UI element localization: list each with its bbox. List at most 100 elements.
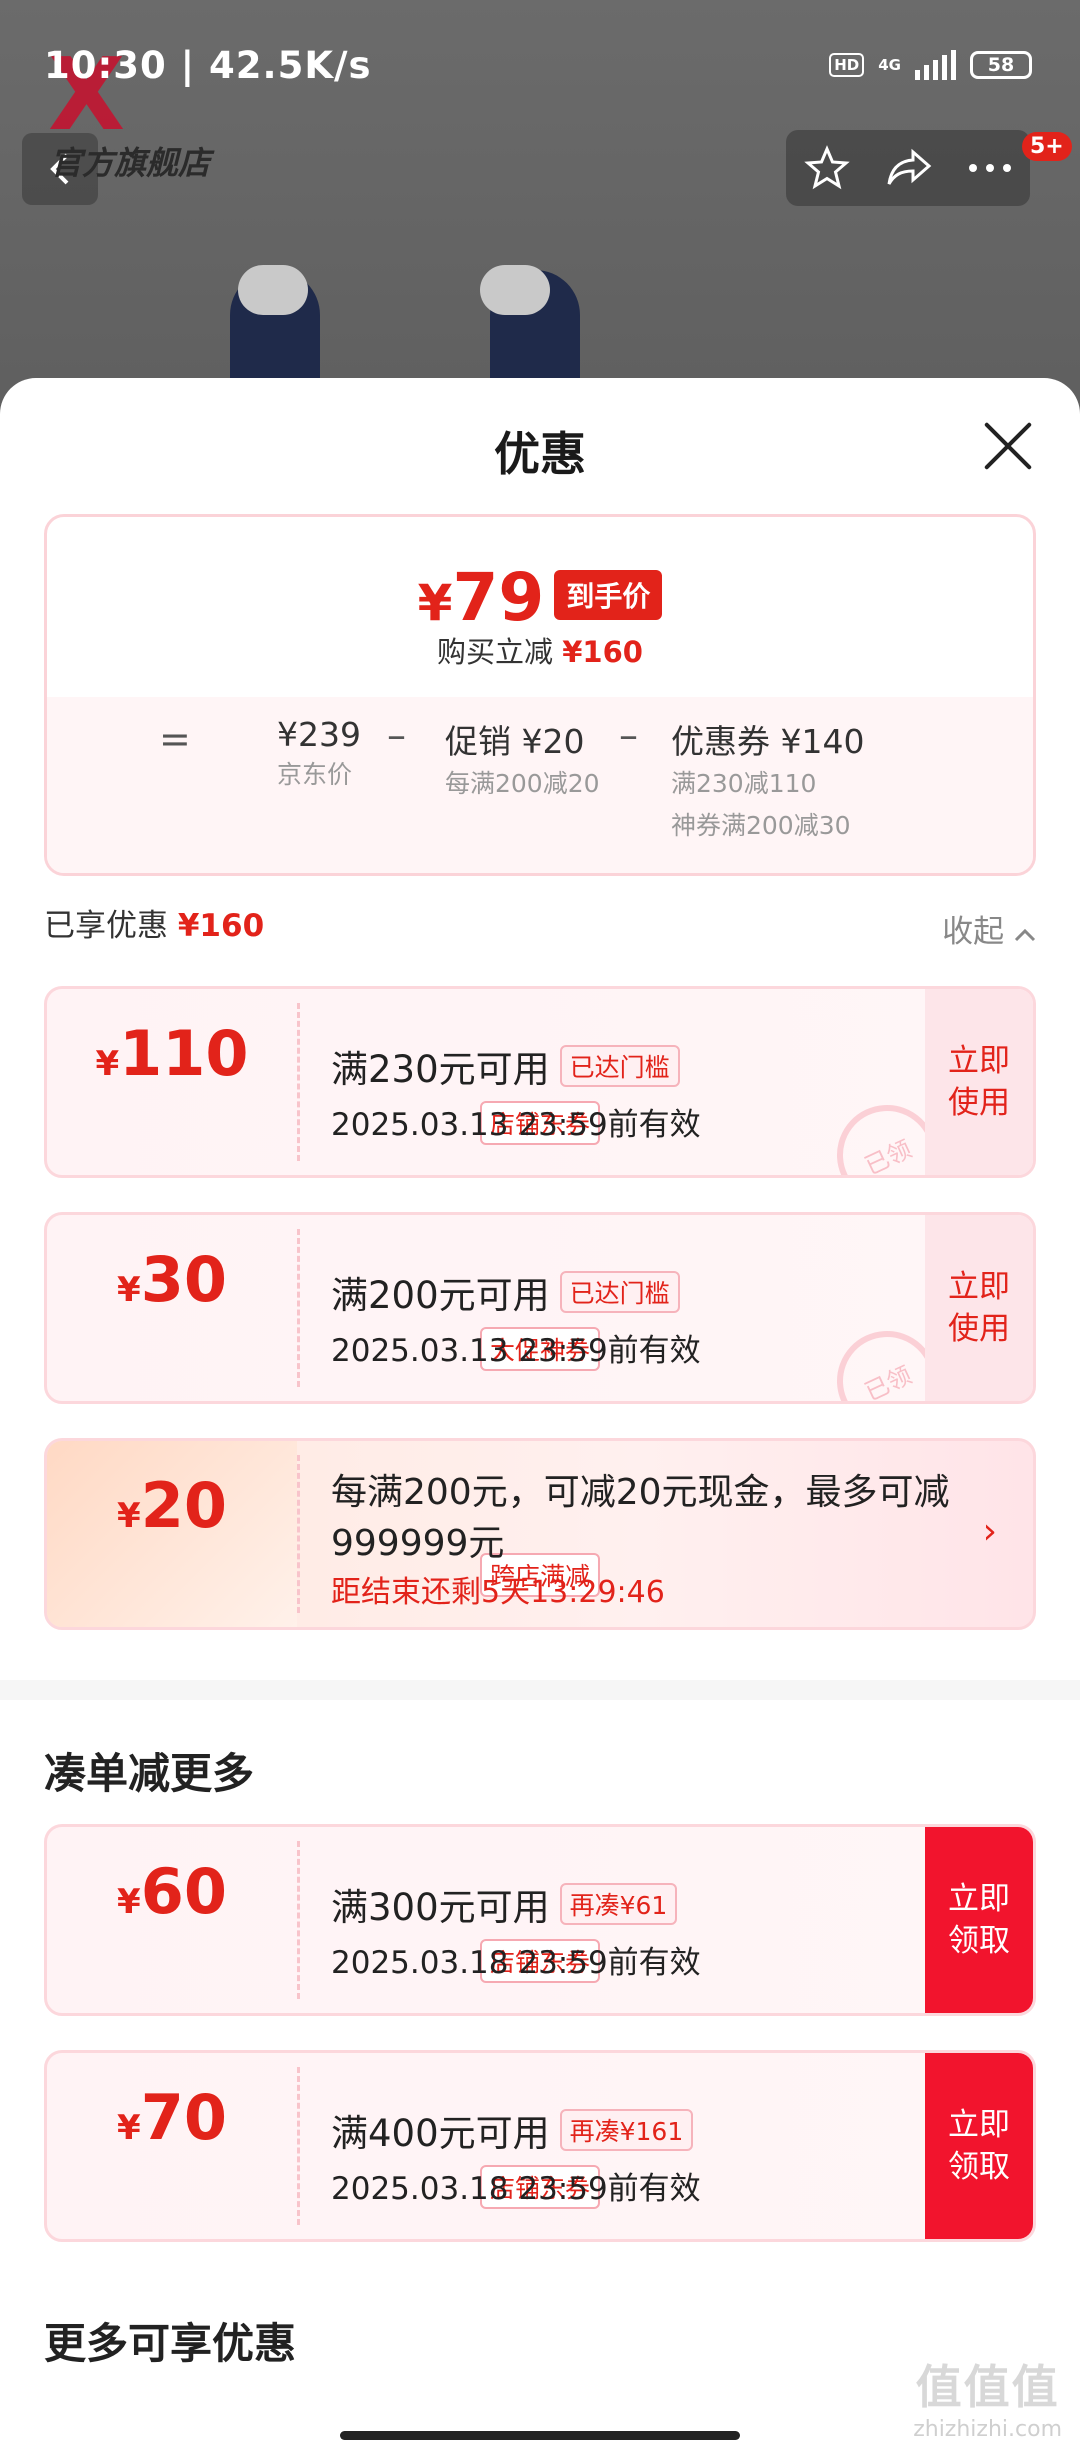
threshold-chip: 已达门槛 bbox=[559, 1045, 680, 1087]
star-icon[interactable] bbox=[803, 145, 850, 191]
threshold-chip: 已达门槛 bbox=[559, 1271, 680, 1313]
coupon-condition-text: 满230元可用 bbox=[331, 1048, 550, 1091]
status-time-speed: 10:30 | 42.5K/s bbox=[44, 44, 372, 87]
coupon-value: ¥70 bbox=[47, 2081, 297, 2154]
add-more-chip: 再凑¥61 bbox=[559, 1883, 678, 1925]
instant-discount-line: 购买立减 ¥160 bbox=[47, 629, 1033, 671]
coupon-condition: 满300元可用 再凑¥61 bbox=[331, 1877, 678, 1931]
watermark-url: zhizhizhi.com bbox=[913, 2417, 1062, 2442]
coupon-divider bbox=[297, 1841, 300, 1999]
cross-store-promo-card[interactable]: ¥20 跨店满减 每满200元，可减20元现金，最多可减999999元 距结束还… bbox=[44, 1438, 1036, 1630]
coupon-condition-text: 满200元可用 bbox=[331, 1274, 550, 1317]
enjoyed-discount: 已享优惠 ¥160 bbox=[44, 900, 264, 945]
status-icons: HD 4G 58 bbox=[829, 50, 1032, 80]
equals-sign: = bbox=[159, 717, 191, 761]
final-price-value: 79 bbox=[452, 559, 545, 636]
product-image-lace-left bbox=[238, 265, 308, 315]
coupon-expiry: 2025.03.13 23:59前有效 bbox=[331, 1107, 701, 1143]
coupon-currency: ¥ bbox=[117, 1882, 141, 1922]
promo-value: ¥20 bbox=[47, 1469, 297, 1542]
coupon-amount: 110 bbox=[119, 1017, 249, 1090]
price-summary: ¥79 到手价 购买立减 ¥160 = ¥239 京东价 – 促销 ¥20 每满2… bbox=[44, 514, 1036, 876]
coupon-card: ¥30 大促神券 满200元可用 已达门槛 2025.03.13 23:59前有效… bbox=[44, 1212, 1036, 1404]
instant-discount-label: 购买立减 bbox=[437, 635, 554, 669]
coupon-value: ¥110 bbox=[47, 1017, 297, 1090]
claim-now-button[interactable]: 立即领取 bbox=[925, 1827, 1033, 2013]
claim-now-label: 立即领取 bbox=[948, 1881, 1010, 1959]
coupon-amount: 70 bbox=[140, 2081, 227, 2154]
hd-icon: HD bbox=[829, 53, 865, 77]
coupon-expiry: 2025.03.18 23:59前有效 bbox=[331, 1945, 701, 1981]
instant-discount-amount: ¥160 bbox=[562, 635, 643, 669]
sheet-title: 优惠 bbox=[494, 427, 586, 481]
network-type: 4G bbox=[878, 56, 901, 74]
currency-symbol: ¥ bbox=[417, 574, 453, 632]
share-icon[interactable] bbox=[885, 146, 933, 190]
coupon-condition: 满200元可用 已达门槛 bbox=[331, 1265, 680, 1319]
top-action-bar bbox=[786, 130, 1030, 206]
coupon-deduction-rule-1: 满230减110 bbox=[671, 769, 817, 798]
coupon-deduction-value: 优惠券 ¥140 bbox=[671, 722, 865, 761]
coupon-currency: ¥ bbox=[95, 1044, 120, 1084]
signal-icon bbox=[915, 50, 956, 80]
coupon-expiry: 2025.03.18 23:59前有效 bbox=[331, 2171, 701, 2207]
watermark: 值值值 zhizhizhi.com bbox=[913, 2351, 1062, 2442]
claim-now-label: 立即领取 bbox=[948, 2107, 1010, 2185]
promo-countdown: 距结束还剩5天13:29:46 bbox=[331, 1575, 665, 1610]
promo-description: 每满200元，可减20元现金，最多可减999999元 bbox=[331, 1472, 950, 1564]
coupon-condition: 满230元可用 已达门槛 bbox=[331, 1039, 680, 1093]
home-indicator[interactable] bbox=[340, 2431, 740, 2440]
promo-deduction-value: 促销 ¥20 bbox=[445, 722, 585, 761]
promo-amount: 20 bbox=[140, 1469, 227, 1542]
collapse-button[interactable]: 收起 bbox=[942, 906, 1036, 951]
coupon-deduction-rule-2: 神券满200减30 bbox=[671, 811, 851, 840]
coupon-amount: 60 bbox=[140, 1855, 227, 1928]
add-more-chip: 再凑¥161 bbox=[559, 2109, 694, 2151]
coupon-amount: 30 bbox=[140, 1243, 227, 1316]
section-separator bbox=[0, 1680, 1080, 1700]
close-icon[interactable] bbox=[980, 418, 1036, 474]
jd-price: ¥239 京东价 bbox=[277, 715, 361, 796]
coupon-condition-text: 满400元可用 bbox=[331, 2112, 550, 2155]
shop-name[interactable]: 官方旗舰店 bbox=[50, 138, 210, 184]
claim-now-button[interactable]: 立即领取 bbox=[925, 2053, 1033, 2239]
coupon-card: ¥60 店铺东券 满300元可用 再凑¥61 2025.03.18 23:59前有… bbox=[44, 1824, 1036, 2016]
final-price: ¥79 到手价 bbox=[47, 559, 1033, 636]
section-title-more-discounts: 凑单减更多 bbox=[44, 1749, 255, 1798]
chevron-right-icon: › bbox=[982, 1511, 997, 1552]
coupon-condition: 满400元可用 再凑¥161 bbox=[331, 2103, 694, 2157]
coupon-card: ¥70 店铺东券 满400元可用 再凑¥161 2025.03.18 23:59前… bbox=[44, 2050, 1036, 2242]
battery-icon: 58 bbox=[970, 51, 1032, 79]
use-now-label: 立即使用 bbox=[948, 1043, 1010, 1121]
minus-sign-1: – bbox=[387, 713, 406, 757]
jd-price-label: 京东价 bbox=[277, 760, 353, 789]
enjoyed-discount-amount: ¥160 bbox=[177, 908, 265, 944]
coupon-value: ¥60 bbox=[47, 1855, 297, 1928]
coupon-condition-text: 满300元可用 bbox=[331, 1886, 550, 1929]
collapse-label: 收起 bbox=[942, 914, 1005, 950]
promo-deduction-rule: 每满200减20 bbox=[445, 769, 600, 798]
coupon-divider bbox=[297, 1455, 300, 1613]
coupon-value: ¥30 bbox=[47, 1243, 297, 1316]
final-price-tag: 到手价 bbox=[554, 570, 663, 620]
coupon-divider bbox=[297, 2067, 300, 2225]
minus-sign-2: – bbox=[619, 713, 638, 757]
coupon-divider bbox=[297, 1229, 300, 1387]
enjoyed-discount-label: 已享优惠 bbox=[44, 908, 168, 944]
promo-currency: ¥ bbox=[117, 1496, 141, 1536]
chevron-up-icon bbox=[1014, 928, 1036, 942]
message-count-badge: 5+ bbox=[1022, 132, 1072, 161]
coupon-expiry: 2025.03.13 23:59前有效 bbox=[331, 1333, 701, 1369]
more-icon[interactable] bbox=[968, 163, 1012, 173]
watermark-logo: 值值值 bbox=[915, 2360, 1060, 2414]
discount-sheet: 优惠 ¥79 到手价 购买立减 ¥160 = ¥239 京东价 – 促销 ¥20 … bbox=[0, 378, 1080, 2460]
coupon-currency: ¥ bbox=[117, 1270, 141, 1310]
use-now-button[interactable]: 立即使用 bbox=[925, 989, 1033, 1175]
jd-price-value: ¥239 bbox=[277, 715, 361, 754]
coupon-divider bbox=[297, 1003, 300, 1161]
section-title-extra-discounts: 更多可享优惠 bbox=[44, 2319, 297, 2368]
coupon-deduction: 优惠券 ¥140 满230减110 神券满200减30 bbox=[671, 715, 864, 847]
use-now-button[interactable]: 立即使用 bbox=[925, 1215, 1033, 1401]
use-now-label: 立即使用 bbox=[948, 1269, 1010, 1347]
promo-deduction: 促销 ¥20 每满200减20 bbox=[445, 715, 600, 805]
